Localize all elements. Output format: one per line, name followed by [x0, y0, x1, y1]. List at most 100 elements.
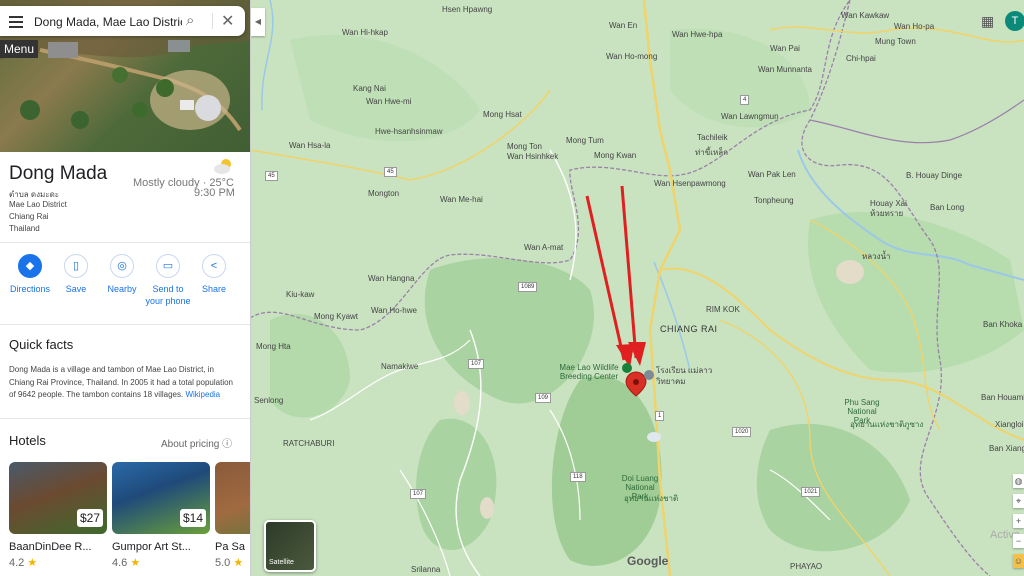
wikipedia-link[interactable]: Wikipedia — [185, 390, 220, 399]
map-label: PHAYAO — [790, 562, 823, 571]
zoom-out-button[interactable]: − — [1013, 534, 1024, 548]
map-label: Xiangloi — [995, 420, 1024, 429]
map-label: Kiu-kaw — [286, 290, 315, 299]
map-label: Chi-hpai — [846, 54, 876, 63]
zoom-in-button[interactable]: + — [1013, 514, 1024, 528]
map-label-thai: อุทยานแห่งชาติภูซาง — [850, 420, 924, 429]
collapse-panel-button[interactable]: ◀ — [251, 8, 265, 36]
search-input[interactable] — [32, 12, 184, 32]
send-to-phone-button[interactable]: ▭ Send to your phone — [145, 254, 191, 307]
map-label: Wan Hi-hkap — [342, 28, 388, 37]
route-shield: 45 — [265, 171, 278, 181]
action-label: Nearby — [107, 284, 137, 294]
share-button[interactable]: < Share — [191, 254, 237, 295]
star-icon: ★ — [233, 557, 244, 569]
apps-grid-icon[interactable]: ▦ — [981, 13, 994, 30]
map-label: Kang Nai — [353, 84, 386, 93]
map-label-thai: อุทยานแห่งชาติ — [624, 494, 679, 503]
rating-value: 4.6 — [112, 557, 128, 569]
layers-icon[interactable]: ◍ — [1013, 474, 1024, 488]
hotel-card[interactable]: $27 BaanDinDee R... 4.2 ★ — [9, 462, 107, 569]
directions-button[interactable]: ◆ Directions — [7, 254, 53, 295]
avatar[interactable]: T — [1005, 11, 1024, 31]
map-label: Houay Xai — [870, 199, 907, 208]
map-label: Wan Hsenpawmong — [654, 179, 726, 188]
action-label: Save — [65, 284, 87, 294]
about-pricing-label: About pricing — [161, 439, 220, 450]
route-shield: 109 — [535, 393, 552, 403]
hotel-rating: 5.0 ★ — [215, 556, 250, 569]
map-label: Wan Hsinhkek — [507, 152, 559, 161]
close-icon[interactable]: ✕ — [221, 11, 234, 31]
nearby-button[interactable]: ◎ Nearby — [99, 254, 145, 295]
divider — [0, 418, 250, 419]
annotation-arrows — [585, 185, 646, 368]
rating-value: 4.2 — [9, 557, 25, 569]
map-label: Mong Hta — [256, 342, 291, 351]
map-label: Srilanna — [411, 565, 441, 574]
local-time: 9:30 PM — [194, 187, 235, 199]
google-logo: Google — [627, 554, 669, 568]
map-label: Wan Munnanta — [758, 65, 812, 74]
menu-icon[interactable] — [9, 14, 23, 28]
map-label: Ban Xiangh — [989, 444, 1024, 453]
hotel-photo: $14 — [112, 462, 210, 534]
map-label: Tonpheung — [754, 196, 794, 205]
divider — [212, 13, 213, 29]
map-label: Mong Tum — [566, 136, 604, 145]
my-location-icon[interactable]: ⌖ — [1013, 494, 1024, 508]
hotel-card[interactable]: Pa Sa 5.0 ★ — [215, 462, 250, 569]
action-label: Send to your phone — [145, 284, 191, 306]
address-line: Chiang Rai — [9, 212, 49, 221]
map-canvas[interactable]: Hsen Hpawng Wan Hi-hkap Wan En Wan Hwe-h… — [250, 0, 1024, 576]
page-title: Dong Mada — [9, 163, 108, 184]
hotel-name: BaanDinDee R... — [9, 541, 92, 553]
map-label-thai: โรงเรียน แม่ลาว — [656, 366, 713, 375]
map-label: Mong Ton — [507, 142, 542, 151]
rating-value: 5.0 — [215, 557, 231, 569]
map-label-poi[interactable]: Mae Lao Wildlife Breeding Center — [554, 363, 624, 381]
map-label: Wan Lawngmun — [721, 112, 779, 121]
address-line: Mae Lao District — [9, 200, 67, 209]
map-label: Ban Khoka — [983, 320, 1023, 329]
quick-facts-heading: Quick facts — [9, 337, 74, 352]
map-label-city: CHIANG RAI — [660, 324, 718, 334]
map-label: Wan Hwe-mi — [366, 97, 412, 106]
satellite-toggle-button[interactable]: Satellite — [264, 520, 316, 572]
directions-icon: ◆ — [18, 254, 42, 278]
map-label: Namakiwe — [381, 362, 419, 371]
route-shield: 107 — [468, 359, 485, 369]
map-label: RIM KOK — [706, 305, 740, 314]
map-label: Mong Kyawt — [314, 312, 359, 321]
map-label: Mongton — [368, 189, 400, 198]
search-icon[interactable]: ⌕ — [186, 12, 194, 29]
map-label: Mong Hsat — [483, 110, 522, 119]
bookmark-icon: ▯ — [64, 254, 88, 278]
map-label: Wan Ho-pa — [894, 22, 935, 31]
map-label: Wan Me-hai — [440, 195, 483, 204]
map-label: Hwe-hsanhsinmaw — [375, 127, 443, 136]
divider — [0, 242, 250, 243]
pegman-icon[interactable]: ☺ — [1013, 554, 1024, 568]
map-label-thai: ท่าขี้เหล็ก — [695, 148, 728, 157]
hotel-photo — [215, 462, 250, 534]
map-label: Wan Hsa-la — [289, 141, 331, 150]
map-label: Mong Kwan — [594, 151, 637, 160]
star-icon: ★ — [130, 557, 141, 569]
about-pricing-link[interactable]: About pricing ⓘ — [161, 435, 232, 450]
save-button[interactable]: ▯ Save — [53, 254, 99, 295]
route-shield: 4 — [740, 95, 750, 105]
place-panel: ⌕ ✕ Menu Dong Mada ตำบล ดงมะดะ Mae Lao D… — [0, 0, 251, 576]
map-label: Wan A-mat — [524, 243, 564, 252]
map-label: B. Houay Dinge — [906, 171, 963, 180]
address-line: Thailand — [9, 224, 40, 233]
map-label: Ban Long — [930, 203, 965, 212]
hotel-card[interactable]: $14 Gumpor Art St... 4.6 ★ — [112, 462, 210, 569]
route-shield: 45 — [384, 167, 397, 177]
map-label: Wan Pak Len — [748, 170, 796, 179]
map-label: Wan Hwe-hpa — [672, 30, 723, 39]
route-shield: 1021 — [801, 487, 821, 497]
map-label-thai: หลวงน้ำ — [862, 252, 891, 261]
route-shield: 107 — [410, 489, 427, 499]
hotel-rating: 4.2 ★ — [9, 556, 107, 569]
